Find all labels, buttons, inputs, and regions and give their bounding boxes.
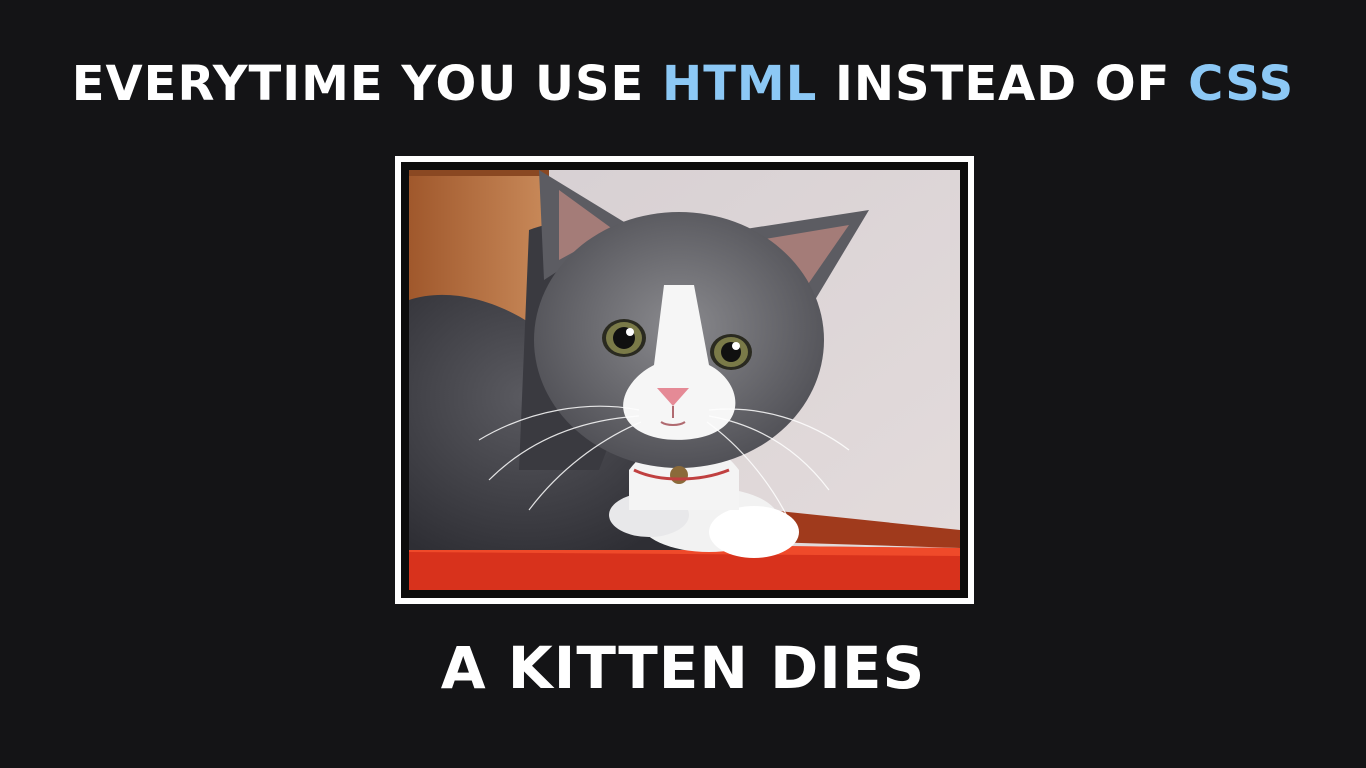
headline-html-highlight: HTML [662, 56, 818, 112]
caption: A KITTEN DIES [440, 634, 926, 702]
kitten-photo [409, 170, 960, 590]
kitten-illustration [409, 170, 960, 590]
photo-frame [395, 156, 974, 604]
meme-slide: EVERYTIME YOU USE HTML INSTEAD OF CSS A … [0, 0, 1366, 768]
headline-text-2: INSTEAD OF [817, 56, 1189, 112]
headline-css-highlight: CSS [1188, 56, 1295, 112]
headline-text-1: EVERYTIME YOU USE [71, 56, 663, 112]
headline: EVERYTIME YOU USE HTML INSTEAD OF CSS [0, 52, 1366, 116]
